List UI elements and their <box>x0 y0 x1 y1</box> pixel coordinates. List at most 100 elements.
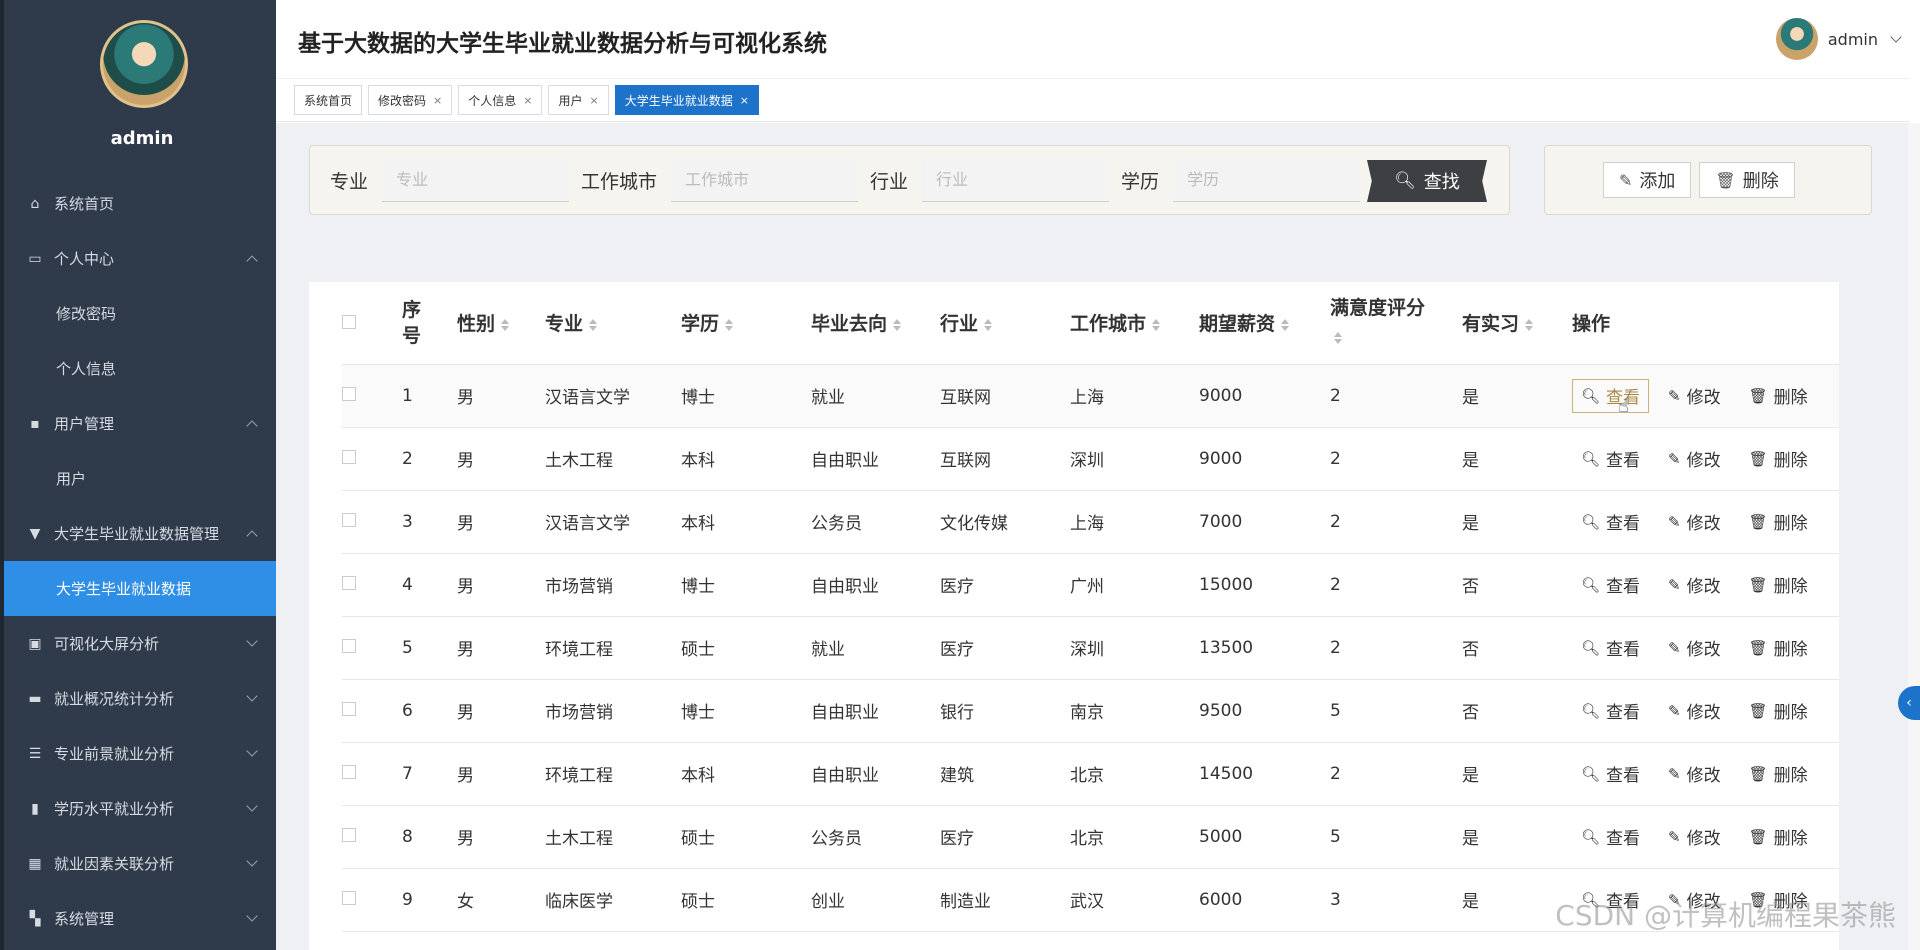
sidebar-item-user-management[interactable]: ▪ 用户管理 <box>4 396 280 451</box>
row-delete-button-label: 删除 <box>1773 640 1808 660</box>
table-cell: 本科 <box>681 427 811 491</box>
table-cell: 9000 <box>1199 364 1330 428</box>
view-button[interactable]: 🔍︎ 查看 <box>1572 631 1649 665</box>
sidebar-item-major-prospects[interactable]: ☰ 专业前景就业分析 <box>4 726 280 781</box>
tab-employment-data[interactable]: 大学生毕业就业数据 × <box>614 85 759 115</box>
view-button-label: 查看 <box>1606 577 1641 597</box>
edit-button[interactable]: ✎ 修改 <box>1659 379 1730 413</box>
view-button[interactable]: 🔍︎ 查看 <box>1572 505 1649 539</box>
view-button[interactable]: 🔍︎ 查看 <box>1572 378 1650 413</box>
close-icon[interactable]: × <box>590 94 599 107</box>
major-input[interactable] <box>382 158 570 202</box>
scrollbar[interactable] <box>1908 123 1920 950</box>
col-internship[interactable]: 有实习 <box>1462 282 1572 365</box>
sidebar-avatar <box>100 20 188 108</box>
table-row[interactable]: 6 男市场营销 博士 自由职业 银行 南京 9500 5 否 🔍︎ 查看 ✎ 修改 🗑︎ 删除 <box>342 679 1839 743</box>
sidebar-item-change-password[interactable]: 修改密码 <box>4 286 280 341</box>
table-row[interactable]: 8 男土木工程 硕士 公务员 医疗 北京 5000 5 是 🔍︎ 查看 ✎ 修改 🗑︎ 删除 <box>342 805 1839 869</box>
row-delete-button[interactable]: 🗑︎ 删除 <box>1740 379 1817 413</box>
col-destination[interactable]: 毕业去向 <box>811 282 940 365</box>
find-button[interactable]: 🔍︎ 查找 <box>1367 160 1487 202</box>
row-checkbox[interactable] <box>342 827 356 842</box>
table-cell: 硕士 <box>681 616 811 680</box>
view-button[interactable]: 🔍︎ 查看 <box>1572 820 1649 854</box>
col-gender[interactable]: 性别 <box>457 282 545 365</box>
view-button[interactable]: 🔍︎ 查看 <box>1572 568 1649 602</box>
sidebar-item-label: 个人中心 <box>54 250 115 268</box>
row-select-cell <box>342 364 402 428</box>
tab-change-password[interactable]: 修改密码 × <box>368 85 453 115</box>
row-checkbox[interactable] <box>342 764 356 779</box>
select-all-checkbox[interactable] <box>342 314 356 329</box>
user-menu[interactable]: admin <box>1775 18 1902 60</box>
sidebar-item-overview-stats[interactable]: ▬ 就业概况统计分析 <box>4 671 280 726</box>
row-checkbox[interactable] <box>342 638 356 653</box>
table-cell: 2 <box>1330 616 1462 680</box>
table-cell: 男 <box>457 427 545 491</box>
sidebar-item-personal-info[interactable]: 个人信息 <box>4 341 280 396</box>
table-cell: 5 <box>1330 805 1462 869</box>
row-checkbox[interactable] <box>342 386 356 401</box>
col-degree[interactable]: 学历 <box>681 282 811 365</box>
view-button[interactable]: 🔍︎ 查看 <box>1572 442 1649 476</box>
delete-button-label: 删除 <box>1742 171 1779 192</box>
tab-personal-info[interactable]: 个人信息 × <box>458 85 543 115</box>
row-select-cell <box>342 679 402 743</box>
row-delete-button[interactable]: 🗑︎ 删除 <box>1740 568 1817 602</box>
table-row[interactable]: 7 男环境工程 本科 自由职业 建筑 北京 14500 2 是 🔍︎ 查看 ✎ 修改 🗑︎ 删除 <box>342 742 1839 806</box>
close-icon[interactable]: × <box>433 94 442 107</box>
col-industry[interactable]: 行业 <box>940 282 1070 365</box>
edit-button[interactable]: ✎ 修改 <box>1659 442 1730 476</box>
close-icon[interactable]: × <box>523 94 532 107</box>
sidebar-item-employment-data[interactable]: 大学生毕业就业数据 <box>4 561 280 616</box>
row-checkbox[interactable] <box>342 701 356 716</box>
table-row[interactable]: 4 男市场营销 博士 自由职业 医疗 广州 15000 2 否 🔍︎ 查看 ✎ 修改 🗑︎ 删除 <box>342 553 1839 617</box>
sidebar-item-home[interactable]: ⌂ 系统首页 <box>4 176 280 231</box>
table-row[interactable]: 1 男汉语言文学 博士 就业 互联网 上海 9000 2 是 🔍︎ 查看 ✎ 修改 🗑︎ 删除 <box>342 364 1839 428</box>
sidebar-item-education-level[interactable]: ▮ 学历水平就业分析 <box>4 781 280 836</box>
sidebar-item-personal-center[interactable]: ▭ 个人中心 <box>4 231 280 286</box>
table-cell: 银行 <box>940 679 1070 743</box>
sidebar-item-data-management[interactable]: ▼ 大学生毕业就业数据管理 <box>4 506 280 561</box>
tab-home[interactable]: 系统首页 <box>294 85 363 115</box>
sidebar-item-system-management[interactable]: ▚ 系统管理 <box>4 891 280 946</box>
city-input[interactable] <box>671 158 859 202</box>
view-button[interactable]: 🔍︎ 查看 <box>1572 757 1649 791</box>
col-satisfaction[interactable]: 满意度评分 <box>1330 282 1462 365</box>
add-button[interactable]: ✎ 添加 <box>1603 162 1692 198</box>
tab-users[interactable]: 用户 × <box>548 85 609 115</box>
row-delete-button[interactable]: 🗑︎ 删除 <box>1740 505 1817 539</box>
view-button[interactable]: 🔍︎ 查看 <box>1572 694 1649 728</box>
edit-button[interactable]: ✎ 修改 <box>1659 568 1730 602</box>
row-checkbox[interactable] <box>342 575 356 590</box>
row-checkbox[interactable] <box>342 890 356 905</box>
table-row[interactable]: 3 男汉语言文学 本科 公务员 文化传媒 上海 7000 2 是 🔍︎ 查看 ✎ 修改 🗑︎ 删除 <box>342 490 1839 554</box>
sidebar-item-users[interactable]: 用户 <box>4 451 280 506</box>
edit-button[interactable]: ✎ 修改 <box>1659 505 1730 539</box>
delete-button[interactable]: 🗑︎ 删除 <box>1699 162 1795 198</box>
edit-button[interactable]: ✎ 修改 <box>1659 820 1730 854</box>
edit-button[interactable]: ✎ 修改 <box>1659 631 1730 665</box>
col-major[interactable]: 专业 <box>545 282 681 365</box>
edit-button[interactable]: ✎ 修改 <box>1659 694 1730 728</box>
row-delete-button[interactable]: 🗑︎ 删除 <box>1740 820 1817 854</box>
edit-button[interactable]: ✎ 修改 <box>1659 757 1730 791</box>
close-icon[interactable]: × <box>740 94 749 107</box>
sidebar-item-factor-correlation[interactable]: ▦ 就业因素关联分析 <box>4 836 280 891</box>
sidebar-item-visual-screen[interactable]: ▣ 可视化大屏分析 <box>4 616 280 671</box>
col-city[interactable]: 工作城市 <box>1070 282 1199 365</box>
table-cell: 男 <box>457 742 545 806</box>
row-delete-button[interactable]: 🗑︎ 删除 <box>1740 694 1817 728</box>
row-delete-button[interactable]: 🗑︎ 删除 <box>1740 631 1817 665</box>
row-checkbox[interactable] <box>342 449 356 464</box>
row-delete-button[interactable]: 🗑︎ 删除 <box>1740 757 1817 791</box>
table-cell: 公务员 <box>811 490 940 554</box>
col-salary[interactable]: 期望薪资 <box>1199 282 1330 365</box>
row-delete-button[interactable]: 🗑︎ 删除 <box>1740 442 1817 476</box>
table-row[interactable]: 5 男环境工程 硕士 就业 医疗 深圳 13500 2 否 🔍︎ 查看 ✎ 修改 🗑︎ 删除 <box>342 616 1839 680</box>
degree-input[interactable] <box>1173 158 1361 202</box>
table-row[interactable]: 2 男土木工程 本科 自由职业 互联网 深圳 9000 2 是 🔍︎ 查看 ✎ 修改 🗑︎ 删除 <box>342 427 1839 491</box>
row-checkbox[interactable] <box>342 512 356 527</box>
sidebar-item-label: 专业前景就业分析 <box>54 745 175 763</box>
industry-input[interactable] <box>922 158 1110 202</box>
